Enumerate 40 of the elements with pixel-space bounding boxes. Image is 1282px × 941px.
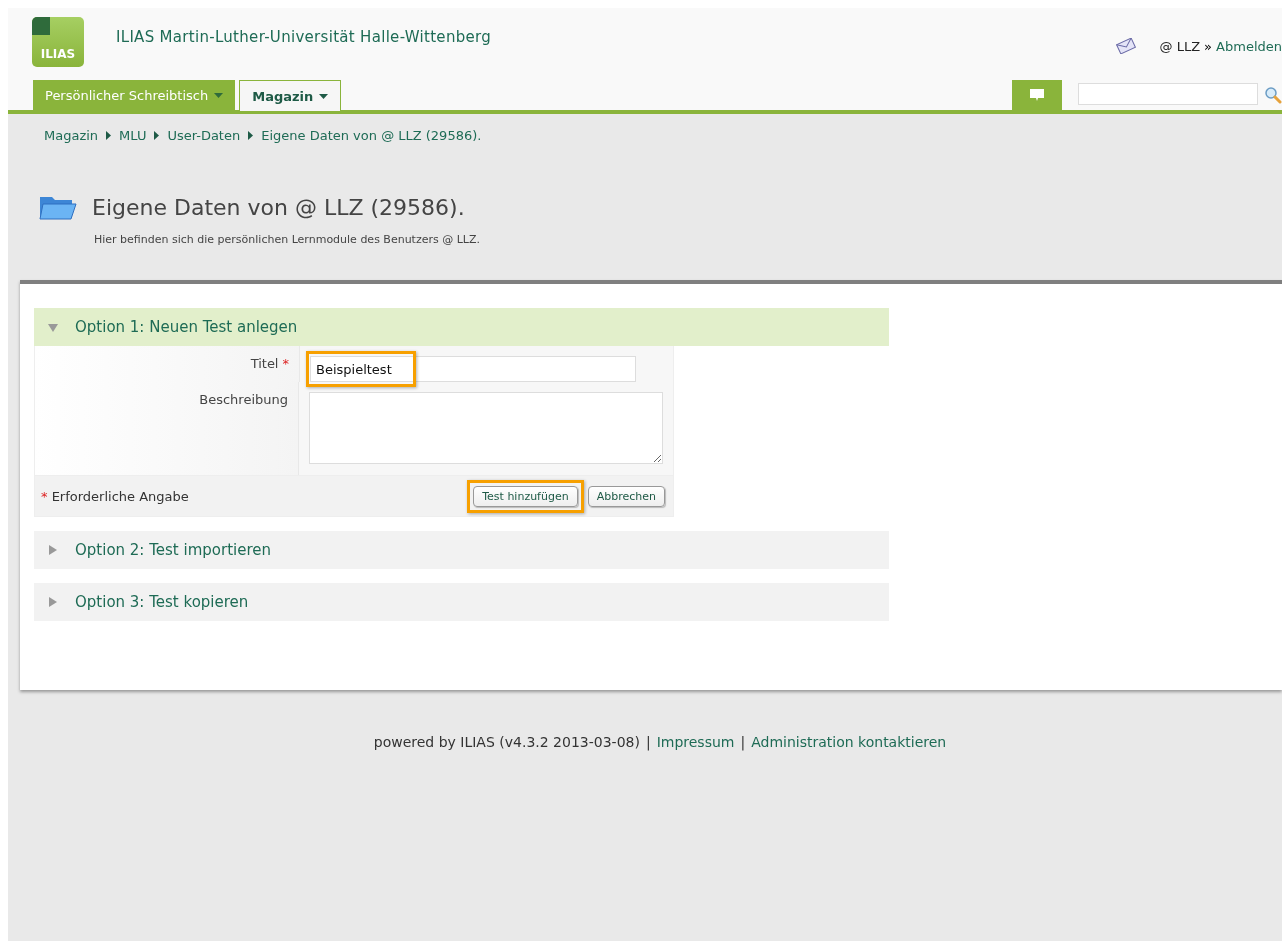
breadcrumb-link[interactable]: Magazin (44, 128, 99, 143)
caret-icon (214, 92, 224, 98)
separator: » (1204, 38, 1213, 54)
chevron-icon (154, 131, 160, 140)
chat-button[interactable] (1012, 80, 1062, 110)
footer-link[interactable]: Impressum (656, 734, 735, 750)
submit-button[interactable]: Test hinzufügen (473, 485, 578, 507)
expand-icon (48, 545, 58, 555)
section-header[interactable]: Option 1: Neuen Test anlegen (34, 308, 889, 346)
separator: | (645, 734, 651, 750)
section-header[interactable]: Option 3: Test kopieren (34, 583, 889, 621)
chevron-icon (248, 131, 254, 140)
field-label: Titel (250, 356, 279, 371)
page-title: Eigene Daten von @ LLZ (29586). (92, 194, 465, 220)
field-label: Beschreibung (199, 392, 288, 407)
menu-tab[interactable]: Magazin (239, 80, 342, 111)
breadcrumb-link[interactable]: User-Daten (167, 128, 241, 143)
user-name: @ LLZ (1159, 38, 1201, 54)
footer-link[interactable]: Administration kontaktieren (751, 734, 947, 750)
section-header[interactable]: Option 2: Test importieren (34, 531, 889, 569)
search-icon[interactable] (1264, 86, 1282, 104)
required-note: * Erforderliche Angabe (41, 488, 189, 504)
cancel-button[interactable]: Abbrechen (587, 485, 665, 507)
speech-bubble-icon (1029, 88, 1045, 102)
title-field[interactable]: Beispieltest (310, 356, 636, 382)
collapse-icon (48, 322, 58, 332)
caret-icon (319, 93, 329, 99)
description-field[interactable] (309, 392, 663, 464)
breadcrumb-link[interactable]: MLU (119, 128, 147, 143)
logout-link[interactable]: Abmelden (1216, 38, 1282, 54)
chevron-icon (106, 131, 112, 140)
search-field[interactable] (1078, 83, 1258, 105)
site-title: ILIAS Martin-Luther-Universität Halle-Wittenberg (116, 28, 492, 46)
footer-text: powered by ILIAS (v4.3.2 2013-03-08) (373, 734, 640, 750)
breadcrumb-link[interactable]: Eigene Daten von @ LLZ (29586). (261, 128, 482, 143)
page-description: Hier befinden sich die persönlichen Lernmodule des Benutzers @ LLZ. (94, 233, 481, 246)
expand-icon (48, 597, 58, 607)
separator: | (740, 734, 746, 750)
mail-icon[interactable] (1115, 38, 1136, 54)
required-mark: * (282, 356, 289, 371)
